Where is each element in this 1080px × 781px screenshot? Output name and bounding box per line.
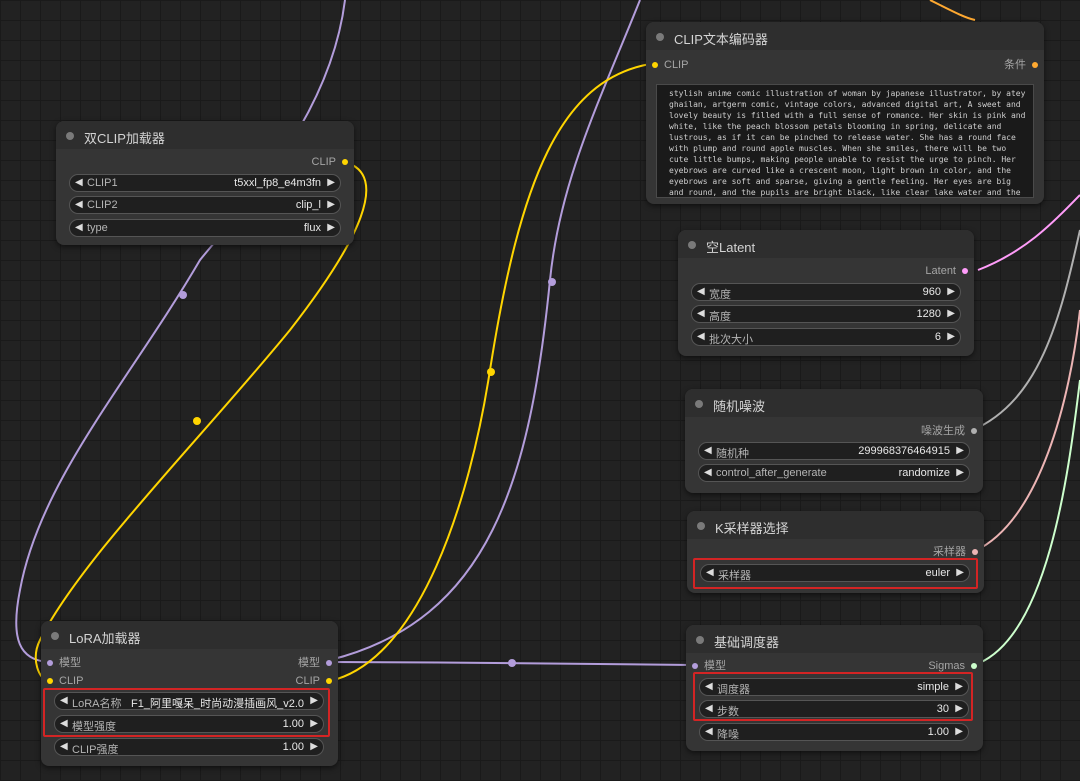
sampler-pin-icon[interactable] — [972, 549, 978, 555]
output-clip-slot[interactable]: CLIP — [296, 674, 332, 688]
sampler-link — [974, 309, 1080, 552]
output-clip-slot[interactable]: CLIP — [312, 155, 348, 169]
arrow-right-icon[interactable]: ▶ — [947, 308, 955, 319]
arrow-left-icon[interactable]: ◀ — [704, 467, 712, 478]
arrow-right-icon[interactable]: ▶ — [327, 199, 335, 210]
model-link-top-b — [329, 0, 641, 661]
output-latent-slot[interactable]: Latent — [925, 264, 968, 278]
latent-pin-icon[interactable] — [962, 268, 968, 274]
arrow-left-icon[interactable]: ◀ — [60, 741, 68, 752]
node-title: 双CLIP加载器 — [84, 131, 165, 146]
model-pin-icon[interactable] — [692, 663, 698, 669]
arrow-left-icon[interactable]: ◀ — [705, 726, 713, 737]
output-sigmas-slot[interactable]: Sigmas — [928, 659, 977, 673]
node-canvas[interactable]: CLIP文本编码器 CLIP 条件 stylish anime comic il… — [0, 0, 1080, 781]
arrow-right-icon[interactable]: ▶ — [956, 467, 964, 478]
type-combo[interactable]: ◀ type flux ▶ — [69, 219, 341, 237]
random-noise-node[interactable]: 随机噪波 噪波生成 ◀ 随机种 299968376464915 ▶ ◀ control_… — [685, 389, 983, 493]
model-pin-icon[interactable] — [326, 660, 332, 666]
node-title: 基础调度器 — [714, 635, 780, 650]
sigmas-pin-icon[interactable] — [971, 663, 977, 669]
link-midpoint — [548, 278, 556, 286]
clip-pin-icon[interactable] — [342, 159, 348, 165]
denoise-number-widget[interactable]: ◀ 降噪 1.00 ▶ — [699, 723, 969, 741]
link-midpoint — [193, 417, 201, 425]
clip-text-encode-node[interactable]: CLIP文本编码器 CLIP 条件 stylish anime comic il… — [646, 22, 1044, 204]
node-title-bar[interactable]: 随机噪波 — [685, 389, 983, 417]
batch-size-number-widget[interactable]: ◀ 批次大小 6 ▶ — [691, 328, 961, 346]
arrow-right-icon[interactable]: ▶ — [327, 177, 335, 188]
output-conditioning-slot[interactable]: 条件 — [1004, 58, 1038, 72]
arrow-left-icon[interactable]: ◀ — [697, 286, 705, 297]
node-title-bar[interactable]: 双CLIP加载器 — [56, 121, 354, 149]
model-link-top-a — [15, 0, 346, 663]
node-title: CLIP文本编码器 — [674, 32, 768, 47]
control-after-generate-combo[interactable]: ◀ control_after_generate randomize ▶ — [698, 464, 970, 482]
sigmas-link — [973, 379, 1080, 666]
collapse-dot-icon[interactable] — [688, 241, 696, 249]
collapse-dot-icon[interactable] — [656, 33, 664, 41]
input-model-slot[interactable]: 模型 — [47, 656, 81, 670]
arrow-right-icon[interactable]: ▶ — [956, 445, 964, 456]
output-sampler-slot[interactable]: 采样器 — [933, 545, 978, 559]
clip-pin-icon[interactable] — [47, 678, 53, 684]
arrow-left-icon[interactable]: ◀ — [75, 177, 83, 188]
input-clip-slot[interactable]: CLIP — [47, 674, 83, 688]
arrow-left-icon[interactable]: ◀ — [75, 199, 83, 210]
output-model-slot[interactable]: 模型 — [298, 656, 332, 670]
collapse-dot-icon[interactable] — [697, 522, 705, 530]
node-title: 随机噪波 — [713, 399, 766, 414]
arrow-right-icon[interactable]: ▶ — [955, 726, 963, 737]
dual-clip-loader-node[interactable]: 双CLIP加载器 CLIP ◀ CLIP1 t5xxl_fp8_e4m3fn ▶ ◀ C… — [56, 121, 354, 245]
prompt-textarea[interactable]: stylish anime comic illustration of woma… — [656, 84, 1034, 198]
arrow-right-icon[interactable]: ▶ — [947, 331, 955, 342]
collapse-dot-icon[interactable] — [51, 632, 59, 640]
link-midpoint — [487, 368, 495, 376]
arrow-right-icon[interactable]: ▶ — [310, 741, 318, 752]
clip-pin-icon[interactable] — [652, 62, 658, 68]
arrow-right-icon[interactable]: ▶ — [327, 222, 335, 233]
link-midpoint — [179, 291, 187, 299]
node-title: 空Latent — [706, 240, 756, 255]
arrow-left-icon[interactable]: ◀ — [697, 308, 705, 319]
highlight-box-sampler — [693, 558, 978, 589]
clip-pin-icon[interactable] — [326, 678, 332, 684]
clip1-combo[interactable]: ◀ CLIP1 t5xxl_fp8_e4m3fn ▶ — [69, 174, 341, 192]
collapse-dot-icon[interactable] — [66, 132, 74, 140]
node-title-bar[interactable]: CLIP文本编码器 — [646, 22, 1044, 50]
node-title: LoRA加载器 — [69, 631, 141, 646]
arrow-left-icon[interactable]: ◀ — [704, 445, 712, 456]
width-number-widget[interactable]: ◀ 宽度 960 ▶ — [691, 283, 961, 301]
collapse-dot-icon[interactable] — [696, 636, 704, 644]
clip2-combo[interactable]: ◀ CLIP2 clip_l ▶ — [69, 196, 341, 214]
arrow-left-icon[interactable]: ◀ — [697, 331, 705, 342]
link-midpoint — [508, 659, 516, 667]
input-clip-slot[interactable]: CLIP — [652, 58, 688, 72]
node-title-bar[interactable]: 基础调度器 — [686, 625, 983, 653]
seed-number-widget[interactable]: ◀ 随机种 299968376464915 ▶ — [698, 442, 970, 460]
highlight-box-lora — [43, 688, 330, 737]
highlight-box-scheduler — [693, 672, 973, 721]
empty-latent-node[interactable]: 空Latent Latent ◀ 宽度 960 ▶ ◀ 高度 1280 ▶ ◀ 批次大小 6 ▶ — [678, 230, 974, 356]
conditioning-link — [929, 0, 976, 21]
arrow-left-icon[interactable]: ◀ — [75, 222, 83, 233]
node-title: K采样器选择 — [715, 521, 789, 536]
node-title-bar[interactable]: K采样器选择 — [687, 511, 984, 539]
input-model-slot[interactable]: 模型 — [692, 659, 726, 673]
output-noise-slot[interactable]: 噪波生成 — [921, 424, 977, 438]
conditioning-pin-icon[interactable] — [1032, 62, 1038, 68]
model-pin-icon[interactable] — [47, 660, 53, 666]
noise-pin-icon[interactable] — [971, 428, 977, 434]
latent-link — [977, 194, 1080, 271]
collapse-dot-icon[interactable] — [695, 400, 703, 408]
height-number-widget[interactable]: ◀ 高度 1280 ▶ — [691, 305, 961, 323]
clip-strength-widget[interactable]: ◀ CLIP强度 1.00 ▶ — [54, 738, 324, 756]
arrow-right-icon[interactable]: ▶ — [947, 286, 955, 297]
node-title-bar[interactable]: LoRA加载器 — [41, 621, 338, 649]
node-title-bar[interactable]: 空Latent — [678, 230, 974, 258]
